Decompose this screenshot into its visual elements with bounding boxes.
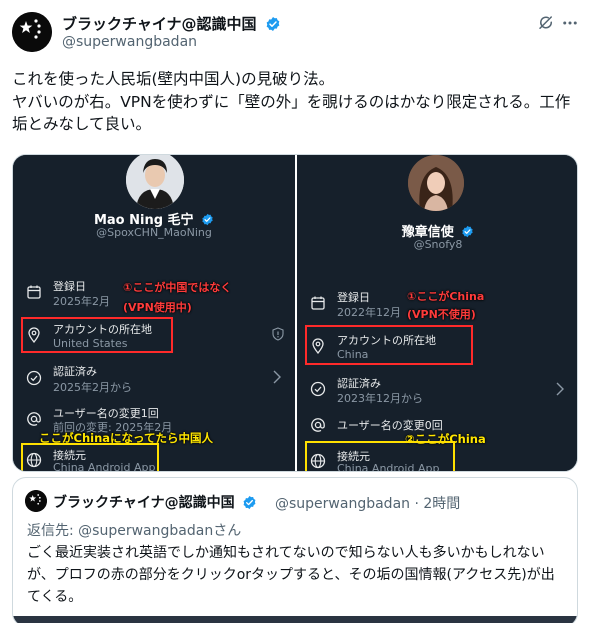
quote-media-preview-strip[interactable]: [13, 616, 577, 623]
right-verified-icon: [462, 225, 473, 238]
right-profile-handle: @Snofy8: [413, 238, 463, 251]
right-connected-yellow-box: [305, 441, 455, 471]
more-options-icon[interactable]: [561, 14, 579, 32]
author-name-text[interactable]: ブラックチャイナ@認識中国: [62, 15, 257, 33]
left-red-annotation-1: ①ここが中国ではなく: [123, 281, 232, 294]
left-location-red-box: [21, 317, 173, 353]
right-row-verified-title: 認証済み: [337, 377, 381, 390]
chevron-right-icon[interactable]: [272, 370, 282, 384]
author-avatar[interactable]: [12, 12, 52, 52]
quote-author-name-text[interactable]: ブラックチャイナ@認識中国: [53, 495, 235, 511]
calendar-icon: [311, 296, 325, 310]
at-sign-icon: [311, 418, 325, 432]
left-profile-avatar: [126, 155, 184, 209]
verified-badge-icon: [266, 17, 280, 31]
left-profile-screenshot: Mao Ning 毛宁 @SpoxCHN_MaoNing 登録日 2025年2月…: [13, 155, 295, 471]
left-row-verified-title: 認証済み: [53, 365, 97, 378]
left-row-joined-title: 登録日: [53, 280, 86, 293]
verified-check-icon: [26, 370, 42, 386]
left-row-joined-value: 2025年2月: [53, 295, 110, 308]
right-red-annotation-2: (VPN不使用): [407, 308, 476, 321]
author-name[interactable]: ブラックチャイナ@認識中国: [62, 13, 281, 34]
chevron-right-icon[interactable]: [555, 382, 565, 396]
left-profile-handle: @SpoxCHN_MaoNing: [96, 226, 212, 239]
left-red-annotation-2: (VPN使用中): [123, 301, 192, 314]
right-row-joined-value: 2022年12月: [337, 306, 401, 319]
info-shield-icon[interactable]: [271, 327, 285, 341]
right-red-annotation-1: ①ここがChina: [407, 290, 485, 303]
left-row-verified-value: 2025年2月から: [53, 381, 132, 394]
post-header: ブラックチャイナ@認識中国 @superwangbadan: [12, 10, 579, 58]
right-profile-screenshot: 豫章信使 @Snofy8 登録日 2022年12月 アカウントの所在地 Chin…: [297, 155, 577, 471]
at-sign-icon: [27, 412, 41, 426]
quote-author-avatar[interactable]: [25, 490, 47, 512]
right-row-joined-title: 登録日: [337, 291, 370, 304]
quote-verified-icon: [244, 495, 256, 510]
post-media-image[interactable]: Mao Ning 毛宁 @SpoxCHN_MaoNing 登録日 2025年2月…: [12, 154, 578, 472]
right-row-verified-value: 2023年12月から: [337, 392, 423, 405]
left-connected-yellow-box: [21, 443, 159, 471]
grok-icon[interactable]: [537, 14, 555, 32]
author-handle[interactable]: @superwangbadan: [62, 34, 197, 50]
post-line-2: ヤバいのが右。VPNを使わずに「壁の外」を覗けるのはかなり限定される。工作垢とみ…: [12, 92, 571, 134]
quote-author-name[interactable]: ブラックチャイナ@認識中国: [53, 492, 257, 512]
quote-handle-time[interactable]: @superwangbadan · 2時間: [275, 493, 460, 513]
quote-reply-handle-link[interactable]: @superwangbadan: [78, 523, 213, 539]
right-profile-avatar: [408, 155, 464, 211]
quoted-post[interactable]: ブラックチャイナ@認識中国 @superwangbadan · 2時間 返信先:…: [12, 477, 578, 623]
right-location-red-box: [305, 325, 473, 365]
quote-reply-suffix: さん: [213, 523, 242, 539]
post-text: これを使った人民垢(壁内中国人)の見破り法。 ヤバいのが右。VPNを使わずに「壁…: [12, 68, 579, 136]
post-line-1: これを使った人民垢(壁内中国人)の見破り法。: [12, 70, 335, 88]
verified-check-icon: [310, 381, 326, 397]
quote-reply-prefix: 返信先:: [27, 523, 79, 539]
quote-text: ごく最近実装され英語でしか通知もされてないので知らない人も多いかもしれないが、プ…: [27, 545, 555, 605]
quote-reply-to: 返信先: @superwangbadanさん: [27, 520, 241, 540]
calendar-icon: [27, 285, 41, 299]
left-verified-icon: [202, 213, 213, 226]
